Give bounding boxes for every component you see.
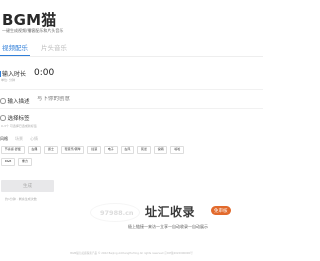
description-radio[interactable] [0, 98, 6, 104]
mode-tabs: 视频配乐 片头音乐 [0, 42, 78, 56]
tag-category-tabs: 风格 场景 心情 [0, 136, 45, 142]
overlay-title: 址汇收录 [145, 205, 196, 219]
footer: BGM猫为灵感探索产品 © 2022 Beijing AiChangHaiYin… [70, 252, 193, 255]
tag-chip[interactable]: R&B [1, 157, 16, 166]
ad-overlay[interactable]: 97988.cn 址汇收录 免审核 极上链接—来访—立享—自动收录—自动展示 [88, 199, 238, 241]
divider [0, 89, 263, 90]
tag-chip[interactable]: 古典 [27, 146, 42, 154]
tab-scene[interactable]: 场景 [15, 136, 23, 142]
tag-chip[interactable]: 节奏感·舒缓 [1, 146, 25, 154]
description-label: 输入描述 [0, 97, 30, 105]
tags-hint: 0-3个 可选择已选或新标签 [1, 124, 37, 128]
tag-chip[interactable]: 摇滚 [87, 146, 101, 154]
watermark-text: 97988.cn [100, 209, 134, 217]
description-label-text: 输入描述 [7, 99, 30, 105]
app-subtitle: 一键生成视频/播客配乐和片头音乐 [2, 28, 64, 33]
tag-chip[interactable]: 嘻哈 [170, 146, 185, 154]
divider [0, 108, 263, 109]
tab-video-music[interactable]: 视频配乐 [0, 42, 30, 56]
tag-chip[interactable]: 重力 [18, 157, 32, 166]
tags-label-text: 选择标签 [7, 116, 30, 122]
tag-chips: 节奏感·舒缓 古典 爵士 轻音乐/钢琴 摇滚 电子 古风 民谣 说唱 嘻哈 R&… [1, 146, 201, 170]
tags-radio[interactable] [0, 115, 6, 121]
overlay-slogan: 极上链接—来访—立享—自动收录—自动展示 [128, 224, 208, 229]
tab-mood[interactable]: 心情 [30, 136, 38, 142]
overlay-badge: 免审核 [211, 206, 231, 215]
tag-chip[interactable]: 电子 [104, 146, 118, 154]
description-input[interactable] [37, 96, 237, 102]
generate-button[interactable]: 生成 [1, 180, 54, 192]
tag-chip[interactable]: 轻音乐/钢琴 [60, 146, 85, 154]
duration-input[interactable]: 0:00 [34, 68, 54, 78]
duration-label-text: 输入时长 [2, 71, 27, 78]
tabs-divider [0, 56, 263, 57]
duration-label: 输入时长 [0, 69, 26, 78]
tag-chip[interactable]: 爵士 [44, 146, 58, 154]
tag-chip[interactable]: 古风 [120, 146, 135, 154]
accent-bar [0, 71, 1, 77]
tab-intro-music[interactable]: 片头音乐 [39, 42, 69, 56]
tab-style[interactable]: 风格 [0, 136, 8, 142]
duration-hint: 单位: 分钟 [1, 78, 15, 82]
app-logo: BGM猫 [2, 11, 57, 29]
tag-chip[interactable]: 民谣 [137, 146, 151, 154]
generate-hint: 约1分钟 · 剩余生成次数 [5, 197, 37, 201]
tag-chip[interactable]: 说唱 [153, 146, 168, 154]
tags-label: 选择标签 [0, 114, 30, 122]
